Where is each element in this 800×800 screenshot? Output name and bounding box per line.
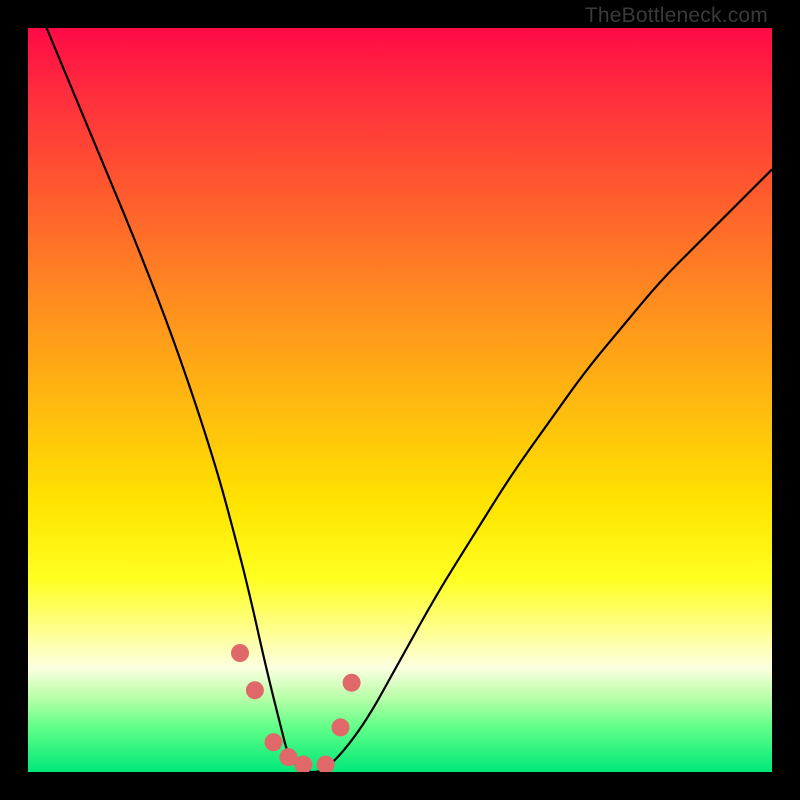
chart-frame: TheBottleneck.com xyxy=(0,0,800,800)
marker-dot xyxy=(343,674,361,692)
marker-dot xyxy=(246,681,264,699)
marker-dot xyxy=(317,756,335,772)
marker-dot xyxy=(332,718,350,736)
marker-dot xyxy=(265,733,283,751)
plot-area xyxy=(28,28,772,772)
watermark-text: TheBottleneck.com xyxy=(585,4,768,28)
bottleneck-curve-svg xyxy=(28,28,772,772)
marker-dot xyxy=(231,644,249,662)
bottleneck-curve xyxy=(28,28,772,772)
